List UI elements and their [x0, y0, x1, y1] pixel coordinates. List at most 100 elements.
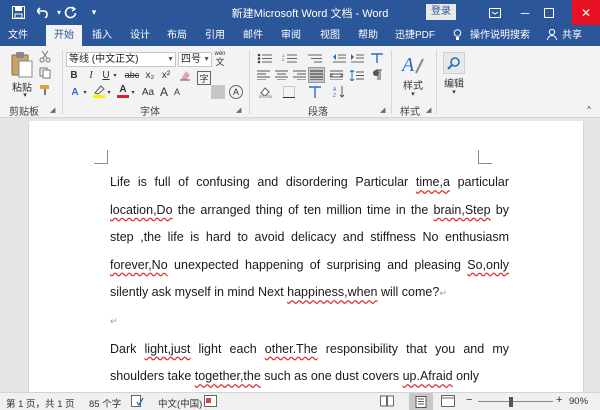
phonetic-guide-icon[interactable]: wén 文	[213, 49, 227, 67]
paste-icon[interactable]	[8, 50, 36, 80]
format-painter-icon[interactable]	[38, 83, 52, 97]
italic-button[interactable]: I	[85, 68, 97, 82]
lightbulb-icon[interactable]	[451, 25, 463, 46]
character-shading-icon[interactable]	[211, 85, 225, 99]
tab-home[interactable]: 开始	[46, 25, 82, 46]
page-count[interactable]: 第 1 页，共 1 页	[6, 396, 75, 410]
collapse-ribbon-icon[interactable]: ^	[584, 104, 594, 114]
clipboard-launcher-icon[interactable]: ◢	[50, 106, 55, 114]
highlight-dropdown-icon[interactable]: ▾	[106, 87, 112, 97]
paragraph-launcher-icon[interactable]: ◢	[380, 106, 385, 114]
shading-icon[interactable]	[255, 85, 275, 99]
tab-view[interactable]: 视图	[316, 25, 344, 46]
font-color-dropdown-icon[interactable]: ▾	[130, 87, 136, 97]
character-border-button[interactable]: 字	[197, 71, 211, 85]
editing-search-icon[interactable]	[443, 52, 465, 74]
share-button[interactable]: 共享	[560, 25, 584, 46]
tab-xunjie-pdf[interactable]: 迅捷PDF	[393, 25, 437, 46]
tab-layout[interactable]: 布局	[163, 25, 191, 46]
copy-icon[interactable]	[38, 66, 52, 80]
tab-help[interactable]: 帮助	[354, 25, 382, 46]
numbering-icon[interactable]: 12	[280, 51, 300, 65]
text-effects-dropdown-icon[interactable]: ▾	[82, 87, 88, 97]
paste-dropdown-icon[interactable]: ▾	[21, 91, 29, 99]
multilevel-list-icon[interactable]	[305, 51, 325, 65]
word-count[interactable]: 85 个字	[89, 396, 121, 410]
read-mode-icon[interactable]	[380, 395, 396, 408]
increase-indent-icon[interactable]	[349, 51, 365, 65]
font-launcher-icon[interactable]: ◢	[236, 106, 241, 114]
user-icon[interactable]	[546, 25, 558, 46]
tab-review[interactable]: 审阅	[277, 25, 305, 46]
styles-dropdown-icon[interactable]: ▾	[409, 90, 417, 98]
text-run: such as one dust covers	[260, 369, 403, 384]
print-layout-icon[interactable]	[409, 393, 433, 410]
undo-icon[interactable]	[36, 4, 52, 20]
zoom-level[interactable]: 90%	[569, 396, 588, 407]
chinese-layout-icon[interactable]	[305, 85, 325, 99]
document-paragraph[interactable]: Dark light,just light each other.The res…	[110, 336, 509, 391]
tab-file[interactable]: 文件	[4, 25, 32, 46]
line-spacing-icon[interactable]	[347, 68, 365, 82]
proofing-icon[interactable]	[131, 395, 144, 410]
web-layout-icon[interactable]	[441, 395, 455, 410]
maximize-icon[interactable]	[535, 0, 563, 25]
asian-layout-icon[interactable]	[368, 51, 386, 65]
highlight-color-button[interactable]	[92, 83, 106, 99]
align-center-icon[interactable]	[273, 68, 289, 82]
editing-dropdown-icon[interactable]: ▾	[450, 88, 458, 96]
document-body[interactable]: Life is full of confusing and disorderin…	[110, 169, 509, 391]
zoom-out-button[interactable]: −	[466, 394, 472, 406]
styles-launcher-icon[interactable]: ◢	[426, 106, 431, 114]
macro-icon[interactable]	[204, 395, 217, 410]
grow-font-button[interactable]: A	[158, 85, 170, 99]
document-page[interactable]: Life is full of confusing and disorderin…	[28, 121, 584, 392]
document-paragraph[interactable]: Life is full of confusing and disorderin…	[110, 169, 509, 308]
svg-text:Z: Z	[333, 93, 336, 98]
distributed-icon[interactable]	[328, 68, 344, 82]
align-right-icon[interactable]	[291, 68, 307, 82]
tab-insert[interactable]: 插入	[88, 25, 116, 46]
save-icon[interactable]	[10, 4, 26, 20]
bold-button[interactable]: B	[68, 68, 80, 82]
strikethrough-button[interactable]: abc	[123, 68, 141, 82]
bullets-icon[interactable]	[255, 51, 275, 65]
cut-icon[interactable]	[38, 50, 52, 64]
zoom-slider-thumb[interactable]	[509, 397, 513, 407]
borders-icon[interactable]	[279, 85, 299, 99]
enclose-characters-button[interactable]: A	[229, 85, 243, 99]
show-marks-icon[interactable]	[368, 68, 386, 82]
font-name-select[interactable]: 等线 (中文正文) ▼	[66, 52, 176, 67]
tab-references[interactable]: 引用	[201, 25, 229, 46]
shrink-font-button[interactable]: A	[171, 85, 183, 99]
editing-label[interactable]: 编辑	[440, 76, 468, 90]
underline-dropdown-icon[interactable]: ▾	[112, 70, 118, 80]
login-button[interactable]: 登录	[426, 4, 456, 20]
align-left-icon[interactable]	[255, 68, 271, 82]
font-size-select[interactable]: 四号 ▼	[178, 52, 212, 67]
change-case-button[interactable]: Aa	[140, 85, 156, 99]
vertical-scrollbar[interactable]	[588, 120, 600, 392]
superscript-button[interactable]: x²	[159, 68, 173, 82]
tab-design[interactable]: 设计	[126, 25, 154, 46]
font-color-button[interactable]: A	[116, 83, 130, 99]
text-effects-button[interactable]: A	[68, 85, 82, 99]
styles-icon[interactable]: A	[400, 50, 426, 78]
ribbon-display-icon[interactable]	[481, 0, 509, 25]
tab-mailings[interactable]: 邮件	[239, 25, 267, 46]
justify-icon[interactable]	[308, 67, 325, 83]
redo-icon[interactable]	[62, 4, 78, 20]
sort-icon[interactable]: AZ	[330, 85, 348, 99]
subscript-button[interactable]: x₂	[143, 68, 157, 82]
close-icon[interactable]: ✕	[572, 0, 600, 25]
language[interactable]: 中文(中国)	[158, 396, 202, 410]
customize-toolbar-icon[interactable]: ▾	[86, 4, 102, 20]
tell-me-search[interactable]: 操作说明搜索	[468, 25, 532, 46]
zoom-slider-track[interactable]	[478, 401, 553, 402]
decrease-indent-icon[interactable]	[331, 51, 347, 65]
styles-label[interactable]: 样式	[400, 78, 426, 92]
empty-paragraph[interactable]: ↵	[110, 308, 509, 336]
clear-formatting-icon[interactable]	[178, 68, 192, 82]
zoom-in-button[interactable]: +	[556, 394, 562, 406]
underline-button[interactable]: U	[100, 68, 112, 82]
